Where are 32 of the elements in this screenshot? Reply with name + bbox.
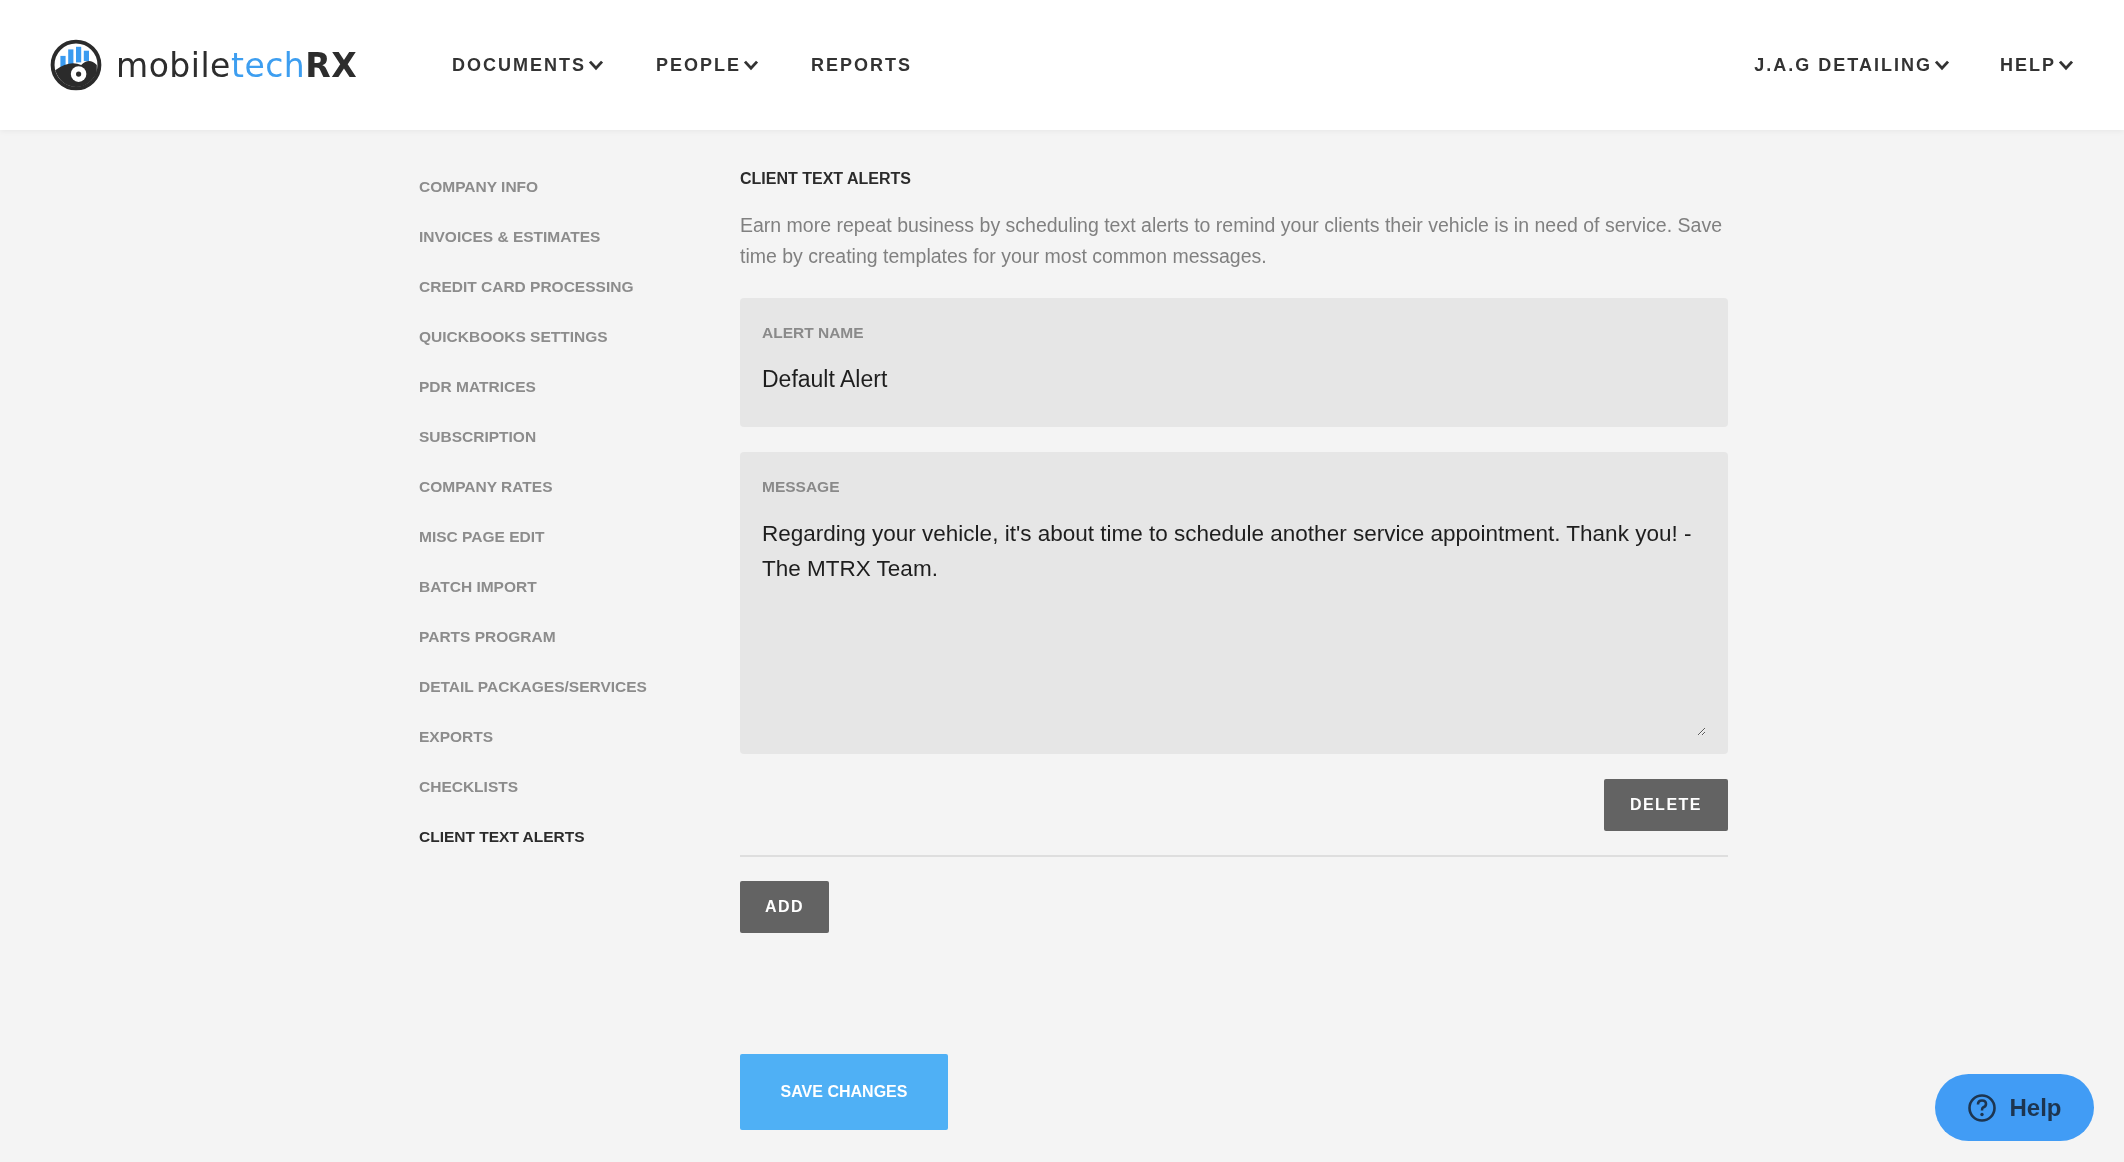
nav-link[interactable]: J.A.G DETAILING (1754, 54, 1950, 76)
section-title: CLIENT TEXT ALERTS (740, 169, 912, 189)
field-label: ALERT NAME (762, 324, 865, 343)
sidebar-item[interactable]: INVOICES & ESTIMATES (419, 212, 740, 262)
save-changes-button[interactable]: SAVE CHANGES (740, 1054, 948, 1130)
sidebar-item[interactable]: DETAIL PACKAGES/SERVICES (419, 662, 740, 712)
sidebar-item[interactable]: PARTS PROGRAM (419, 612, 740, 662)
nav-link[interactable]: HELP (2000, 54, 2074, 76)
help-icon (1967, 1092, 1998, 1123)
message-field[interactable]: MESSAGE Regarding your vehicle, it's about time to schedule another service appointment. Thank you! - The MTRX Team. (740, 452, 1728, 754)
sidebar-item[interactable]: PDR MATRICES (419, 362, 740, 412)
sidebar-item[interactable]: EXPORTS (419, 712, 740, 762)
help-button[interactable]: Help (1935, 1074, 2094, 1141)
alert-name-field[interactable]: ALERT NAME Default Alert (740, 298, 1728, 427)
nav-link[interactable]: PEOPLE (656, 54, 760, 76)
nav-link[interactable]: DOCUMENTS (452, 54, 604, 76)
sidebar-item[interactable]: SUBSCRIPTION (419, 412, 740, 462)
description-text: Earn more repeat business by scheduling text alerts to remind your clients their vehicle is in need of service. Save time by creating templates for your most common messages. (740, 213, 1723, 269)
sidebar-item[interactable]: MISC PAGE EDIT (419, 512, 740, 562)
sidebar-item[interactable]: COMPANY INFO (419, 162, 740, 212)
sidebar-item[interactable]: BATCH IMPORT (419, 562, 740, 612)
delete-button[interactable]: DELETE (1603, 779, 1728, 831)
field-label: MESSAGE (762, 478, 841, 497)
sidebar-item[interactable]: COMPANY RATES (419, 462, 740, 512)
sidebar-item[interactable]: CHECKLISTS (419, 762, 740, 812)
logo-icon (50, 39, 102, 91)
nav-link[interactable]: REPORTS (811, 54, 913, 76)
sidebar-item[interactable]: CLIENT TEXT ALERTS (419, 812, 740, 862)
logo-text: mobiletechRX (116, 45, 358, 85)
sidebar-item[interactable]: CREDIT CARD PROCESSING (419, 262, 740, 312)
add-button[interactable]: ADD (740, 881, 830, 933)
sidebar-item[interactable]: QUICKBOOKS SETTINGS (419, 312, 740, 362)
